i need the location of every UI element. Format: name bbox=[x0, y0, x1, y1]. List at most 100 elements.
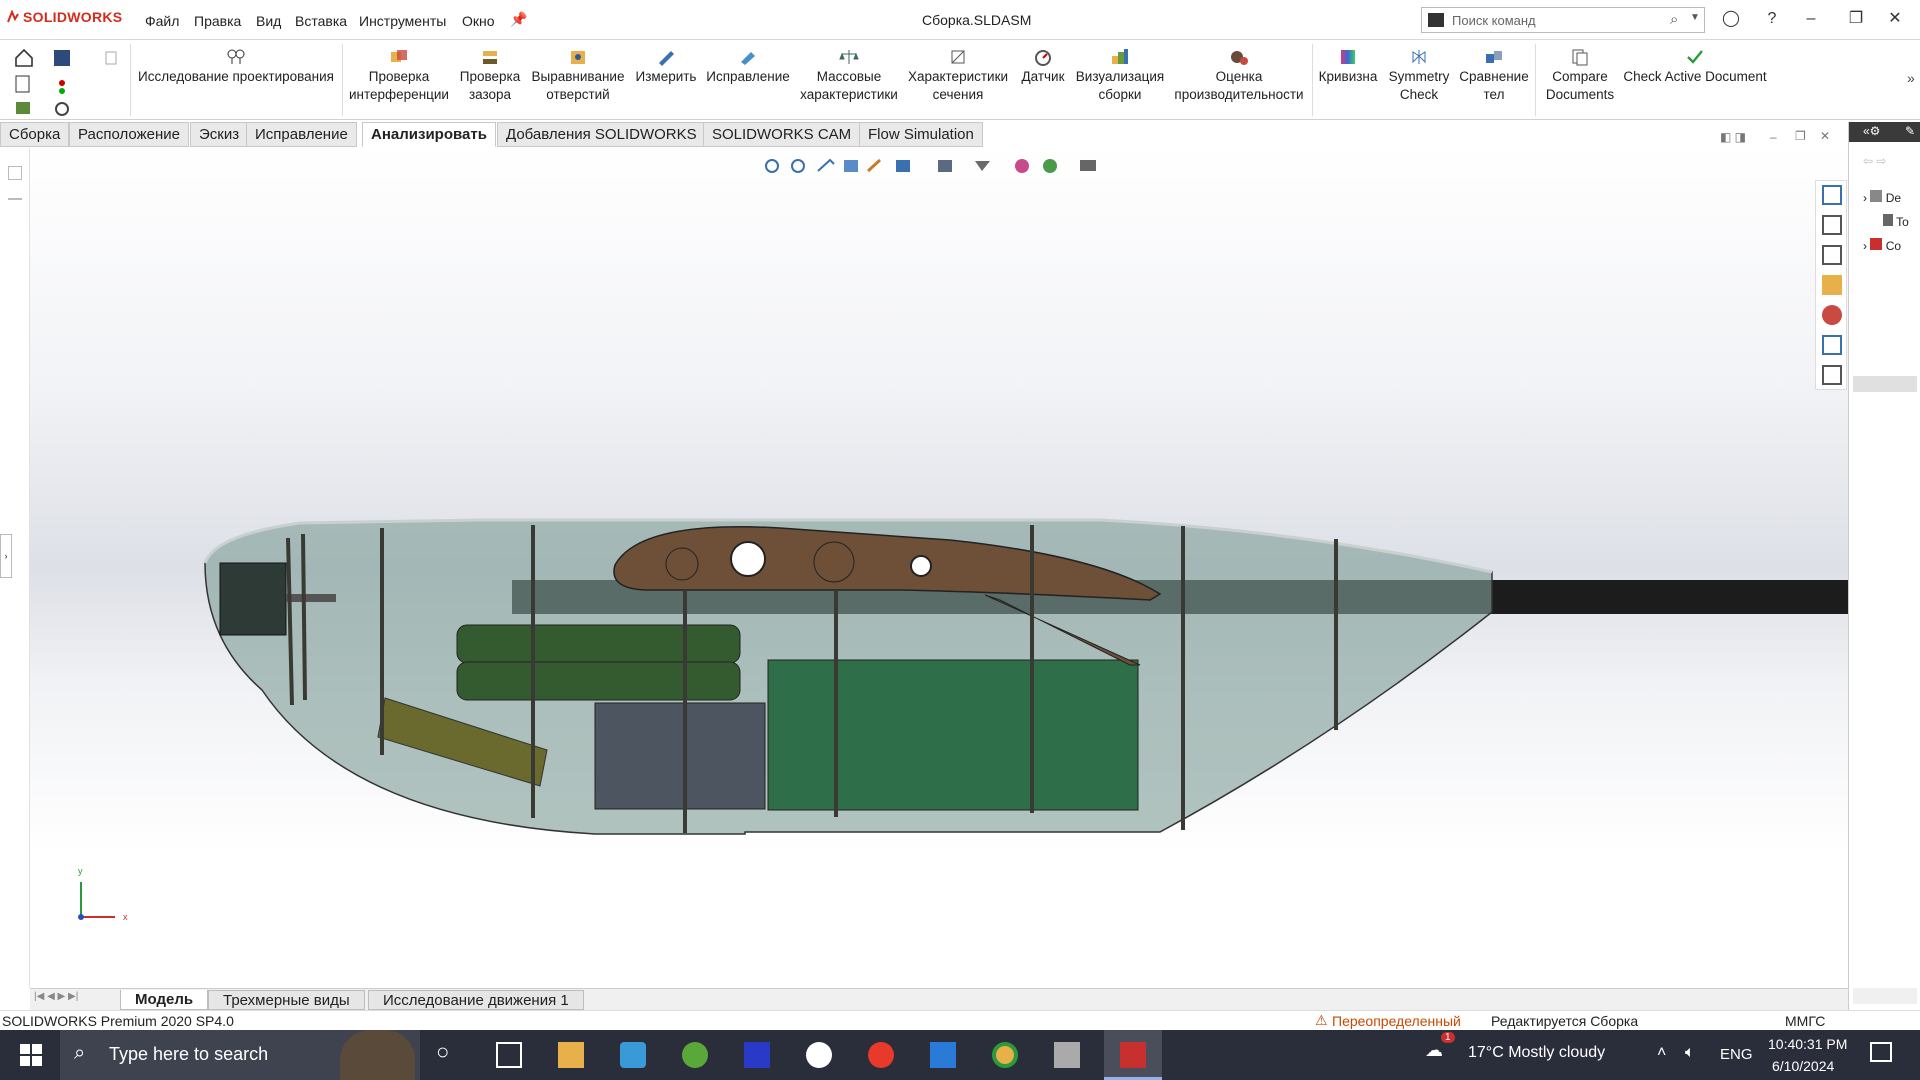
restore-icon[interactable]: ❐ bbox=[1845, 8, 1867, 30]
minimize-icon[interactable]: – bbox=[1800, 8, 1822, 30]
chevron-down-icon[interactable]: ▼ bbox=[1690, 12, 1700, 23]
compare-documents-button[interactable]: Compare Documents bbox=[1538, 48, 1622, 104]
volume-icon[interactable]: 🔈︎ bbox=[1685, 1044, 1695, 1062]
task-view-icon[interactable]: ○ bbox=[436, 1039, 462, 1065]
pin-panel-icon[interactable]: ✎ bbox=[1905, 124, 1915, 138]
overdefined-status[interactable]: Переопределенный bbox=[1332, 1013, 1461, 1029]
help-icon[interactable]: ? bbox=[1761, 8, 1783, 30]
tab-layout[interactable]: Расположение bbox=[69, 122, 189, 147]
taskbar-search[interactable]: ⌕ Type here to search bbox=[60, 1030, 420, 1080]
clock-time[interactable]: 10:40:31 PM bbox=[1768, 1036, 1847, 1052]
file-explorer-icon[interactable] bbox=[1822, 245, 1842, 265]
sketch-icon[interactable] bbox=[8, 190, 22, 200]
expand-icon[interactable]: › bbox=[1863, 191, 1867, 205]
tree-item[interactable]: To bbox=[1883, 214, 1909, 229]
collapse-panel-icon[interactable]: «⚙ bbox=[1863, 124, 1880, 138]
mass-properties-button[interactable]: Массовые характеристики bbox=[796, 48, 902, 104]
design-library-icon[interactable] bbox=[1822, 215, 1842, 235]
symmetry-check-button[interactable]: Symmetry Check bbox=[1384, 48, 1454, 104]
view-palette-icon[interactable] bbox=[1822, 275, 1842, 295]
ribbon-overflow-icon[interactable]: » bbox=[1907, 70, 1915, 86]
vscode-app-icon[interactable] bbox=[930, 1042, 956, 1068]
design-study-button[interactable]: Исследование проектирования bbox=[136, 48, 336, 86]
file-explorer-app-icon[interactable] bbox=[558, 1042, 584, 1068]
tab-analyze[interactable]: Анализировать bbox=[362, 122, 496, 147]
assembly-model[interactable] bbox=[30, 148, 1848, 988]
windows-start-icon[interactable] bbox=[18, 1042, 44, 1068]
notifications-icon[interactable] bbox=[1870, 1042, 1892, 1062]
store-app-icon[interactable] bbox=[1054, 1042, 1080, 1068]
forum-icon[interactable] bbox=[1822, 365, 1842, 385]
measure-button[interactable]: Измерить bbox=[632, 48, 700, 86]
panel-expand-handle[interactable]: › bbox=[0, 534, 12, 578]
expand-icon[interactable]: › bbox=[1863, 239, 1867, 253]
tree-item[interactable]: › De bbox=[1863, 190, 1901, 205]
notes-app-icon[interactable] bbox=[620, 1042, 646, 1068]
viewport-restore-icon[interactable]: ❐ bbox=[1795, 129, 1806, 143]
menu-file[interactable]: Файл bbox=[145, 13, 179, 29]
command-search[interactable]: Поиск команд ⌕ ▼ bbox=[1421, 7, 1705, 33]
chrome-app-icon[interactable] bbox=[992, 1042, 1018, 1068]
tab-model[interactable]: Модель bbox=[120, 990, 209, 1010]
menu-view[interactable]: Вид bbox=[256, 13, 281, 29]
widgets-icon[interactable] bbox=[496, 1042, 522, 1068]
solidworks-taskbar-button[interactable] bbox=[1104, 1030, 1162, 1080]
weather-text[interactable]: 17°C Mostly cloudy bbox=[1468, 1044, 1605, 1062]
interference-check-button[interactable]: Проверка интерференции bbox=[346, 48, 452, 104]
camera-app-icon[interactable] bbox=[806, 1042, 832, 1068]
tab-sketch[interactable]: Эскиз bbox=[190, 122, 249, 147]
search-input[interactable]: Поиск команд bbox=[1452, 13, 1536, 28]
clearance-check-button[interactable]: Проверка зазора bbox=[454, 48, 526, 104]
menu-insert[interactable]: Вставка bbox=[295, 13, 347, 29]
hole-alignment-button[interactable]: Выравнивание отверстий bbox=[530, 48, 626, 104]
section-properties-button[interactable]: Характеристики сечения bbox=[906, 48, 1010, 104]
tab-repair[interactable]: Исправление bbox=[246, 122, 357, 147]
body-compare-button[interactable]: Сравнение тел bbox=[1456, 48, 1532, 104]
quick-access-toolbar[interactable] bbox=[12, 46, 122, 116]
tab-assembly[interactable]: Сборка bbox=[0, 122, 70, 147]
utorrent-app-icon[interactable] bbox=[682, 1042, 708, 1068]
pin-icon[interactable]: 📌 bbox=[510, 11, 527, 28]
tree-item[interactable]: › Co bbox=[1863, 238, 1901, 253]
clock-date[interactable]: 6/10/2024 bbox=[1772, 1058, 1834, 1074]
tab-3d-views[interactable]: Трехмерные виды bbox=[208, 990, 365, 1010]
curvature-button[interactable]: Кривизна bbox=[1316, 48, 1380, 86]
check-active-document-button[interactable]: Check Active Document bbox=[1620, 48, 1770, 86]
resources-home-icon[interactable] bbox=[1822, 185, 1842, 205]
menu-tools[interactable]: Инструменты bbox=[359, 13, 446, 29]
far-manager-app-icon[interactable] bbox=[744, 1042, 770, 1068]
yandex-browser-icon[interactable] bbox=[868, 1042, 894, 1068]
account-icon[interactable]: ◯ bbox=[1720, 8, 1742, 30]
horizontal-scrollbar[interactable] bbox=[1853, 988, 1917, 1004]
viewport-split-icon[interactable]: ◧ ◨ bbox=[1720, 130, 1746, 144]
assembly-visualization-button[interactable]: Визуализация сборки bbox=[1074, 48, 1166, 104]
search-icon[interactable]: ⌕ bbox=[1670, 11, 1678, 28]
menu-edit[interactable]: Правка bbox=[194, 13, 241, 29]
heads-up-view-toolbar[interactable] bbox=[760, 155, 1120, 177]
close-icon[interactable]: ✕ bbox=[1884, 8, 1906, 30]
mass-properties-label: Массовые характеристики bbox=[800, 69, 898, 102]
repair-button[interactable]: Исправление bbox=[704, 48, 792, 86]
tray-overflow-icon[interactable]: ˄ bbox=[1657, 1044, 1666, 1062]
menu-window[interactable]: Окно bbox=[462, 13, 495, 29]
units-selector[interactable]: ММГС bbox=[1785, 1013, 1825, 1029]
custom-properties-icon[interactable] bbox=[1822, 335, 1842, 355]
viewport-close-icon[interactable]: ✕ bbox=[1820, 129, 1830, 143]
feature-manager-icon[interactable] bbox=[8, 166, 22, 180]
back-icon[interactable]: ⇦ ⇨ bbox=[1863, 154, 1886, 168]
viewport-minimize-icon[interactable]: – bbox=[1770, 130, 1777, 144]
language-indicator[interactable]: ENG bbox=[1720, 1046, 1753, 1063]
graphics-area[interactable]: y x ◧ ◨ – ❐ ✕ bbox=[30, 129, 1848, 988]
taskbar-search-input[interactable]: Type here to search bbox=[109, 1044, 268, 1065]
tab-solidworks-addins[interactable]: Добавления SOLIDWORKS bbox=[497, 122, 706, 147]
tab-solidworks-cam[interactable]: SOLIDWORKS CAM bbox=[703, 122, 861, 147]
tab-flow-simulation[interactable]: Flow Simulation bbox=[859, 122, 983, 147]
horizontal-scrollbar[interactable] bbox=[1853, 376, 1917, 392]
sensor-button[interactable]: Датчик bbox=[1016, 48, 1070, 86]
windows-taskbar: ⌕ Type here to search ○ ☁ 1 17°C Mostly … bbox=[0, 1030, 1920, 1080]
solidworks-logo[interactable]: SOLIDWORKS bbox=[6, 9, 122, 25]
performance-evaluation-button[interactable]: Оценка производительности bbox=[1170, 48, 1308, 104]
appearances-icon[interactable] bbox=[1822, 305, 1842, 325]
tab-motion-study[interactable]: Исследование движения 1 bbox=[368, 990, 584, 1010]
tab-scroll-arrows-icon[interactable]: |◀ ◀ ▶ ▶| bbox=[34, 991, 78, 1002]
